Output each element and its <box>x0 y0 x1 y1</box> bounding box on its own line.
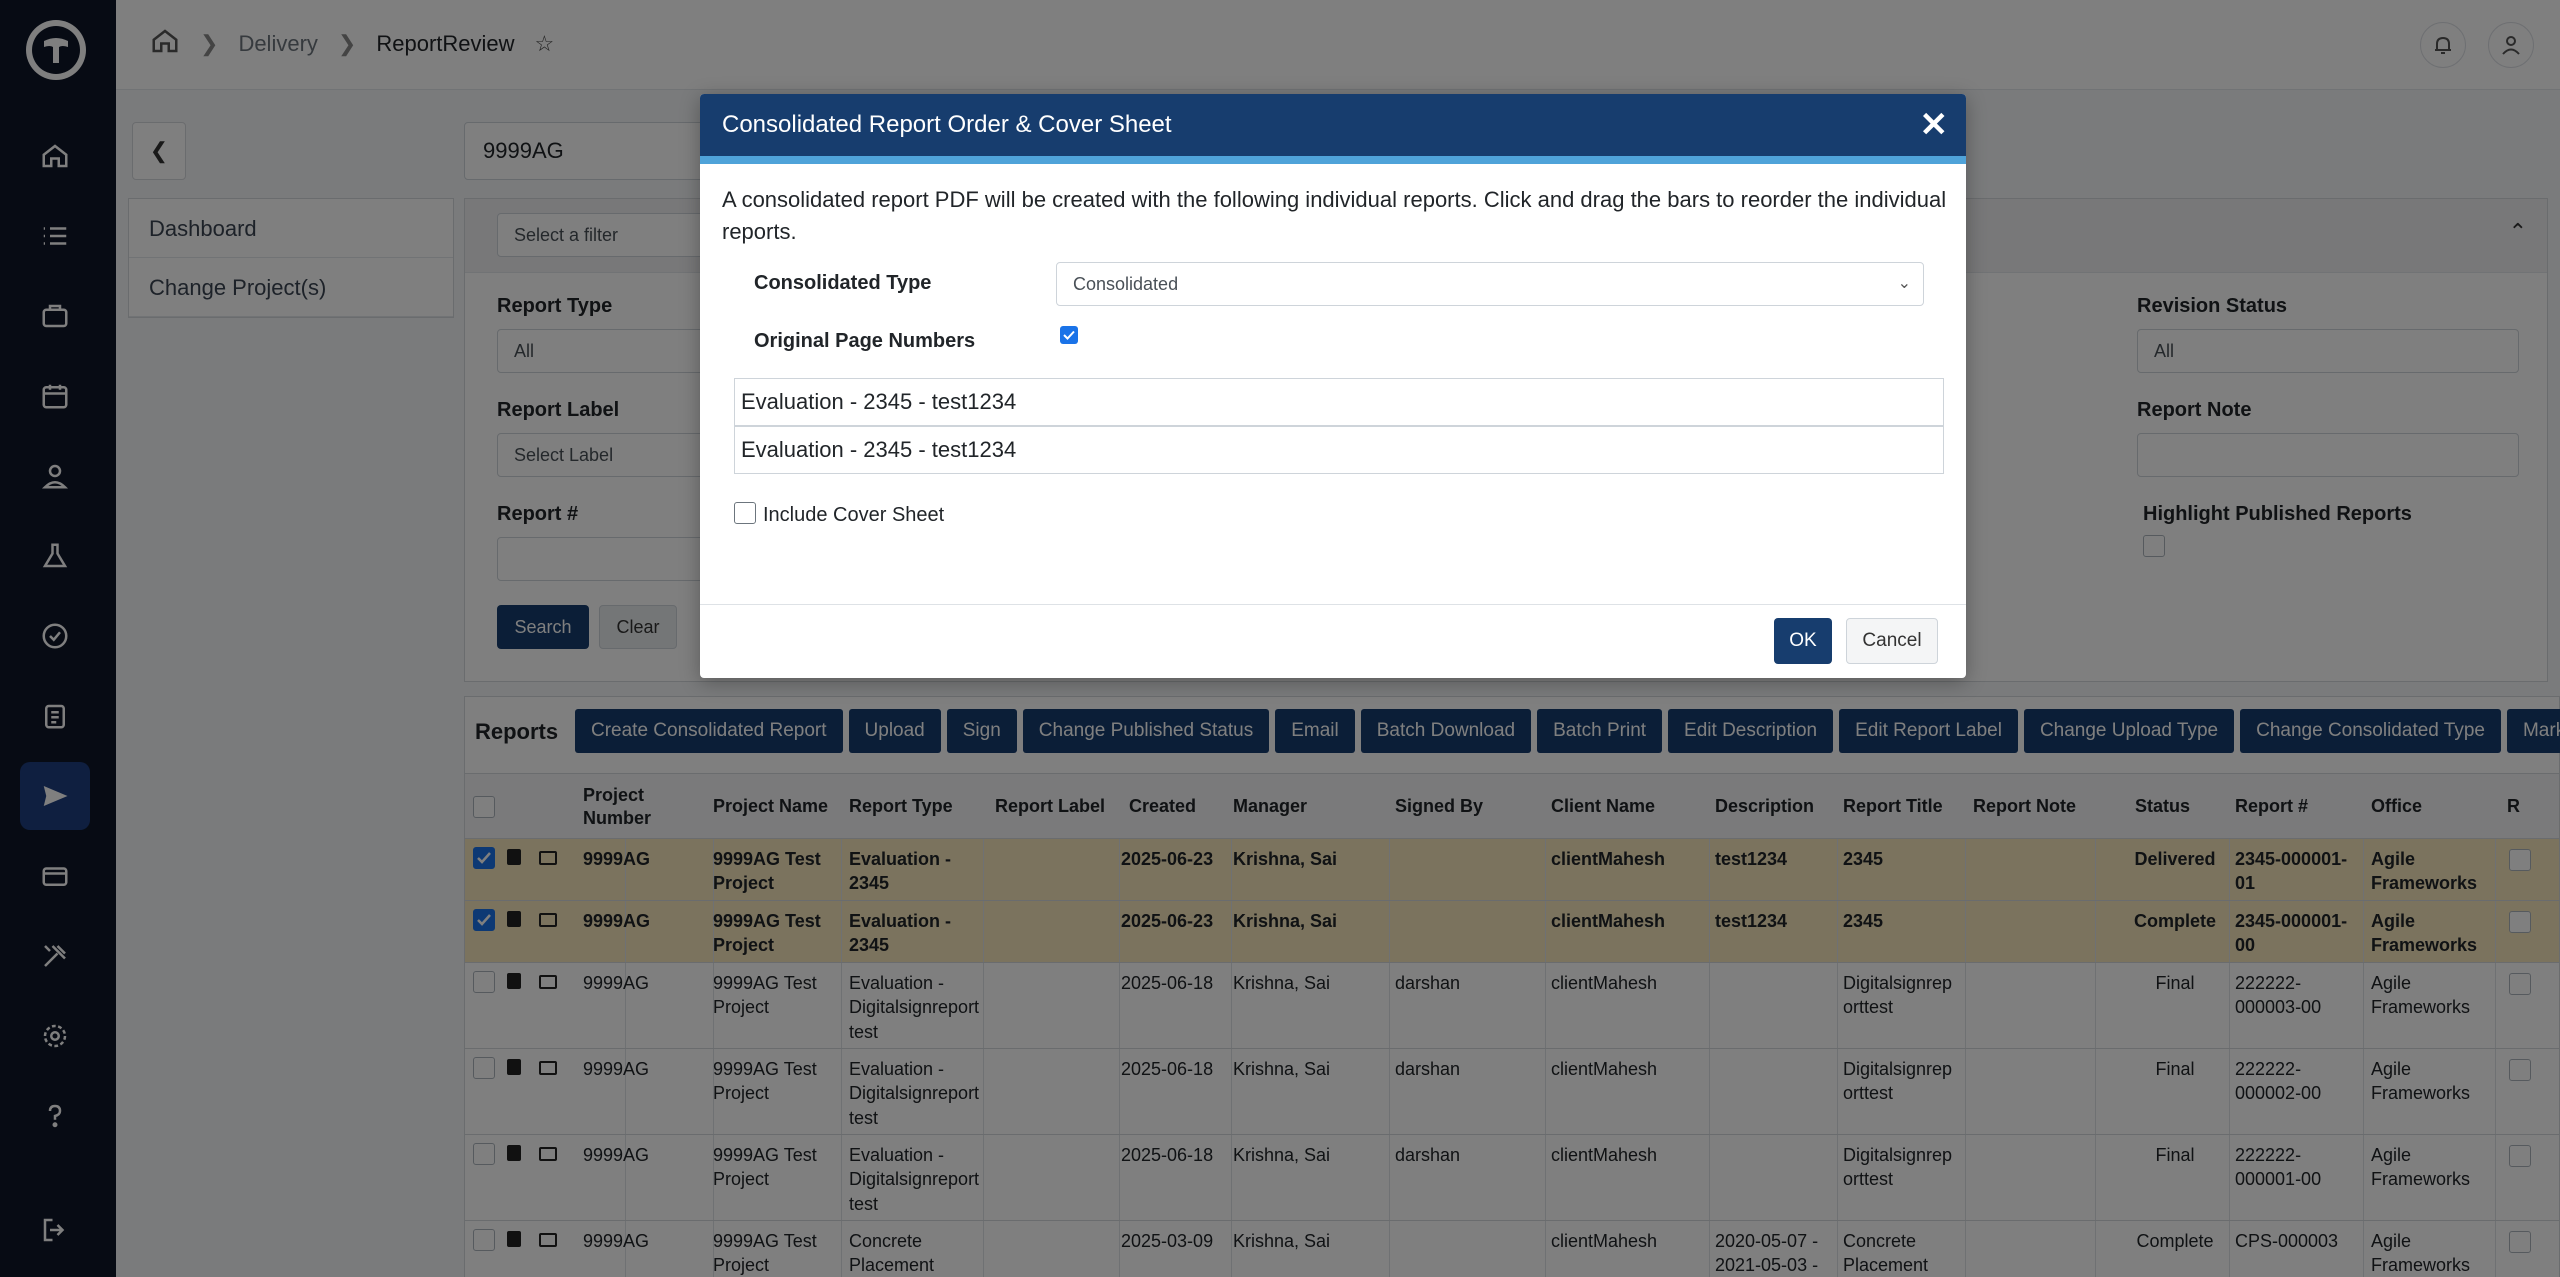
modal-header: Consolidated Report Order & Cover Sheet … <box>700 94 1966 156</box>
modal-stripe <box>700 156 1966 164</box>
modal-description: A consolidated report PDF will be create… <box>722 187 1947 244</box>
consolidated-type-label: Consolidated Type <box>754 272 932 294</box>
include-cover-sheet-checkbox[interactable] <box>734 502 756 524</box>
include-cover-sheet-label: Include Cover Sheet <box>763 504 945 526</box>
original-page-numbers-label: Original Page Numbers <box>754 330 976 352</box>
cancel-button[interactable]: Cancel <box>1846 618 1938 664</box>
modal-divider <box>700 604 1966 605</box>
close-icon[interactable]: ✕ <box>1920 94 1949 156</box>
ok-button[interactable]: OK <box>1774 618 1832 664</box>
consolidated-report-modal: Consolidated Report Order & Cover Sheet … <box>700 94 1966 678</box>
modal-title: Consolidated Report Order & Cover Sheet <box>722 111 1172 138</box>
drag-item-report[interactable]: Evaluation - 2345 - test1234 <box>734 378 1944 426</box>
drag-item-report[interactable]: Evaluation - 2345 - test1234 <box>734 426 1944 474</box>
original-page-numbers-checkbox[interactable] <box>1060 326 1078 344</box>
chevron-down-icon: ⌄ <box>1897 275 1911 292</box>
consolidated-type-value: Consolidated <box>1073 274 1179 294</box>
consolidated-type-select[interactable]: Consolidated ⌄ <box>1056 262 1924 306</box>
